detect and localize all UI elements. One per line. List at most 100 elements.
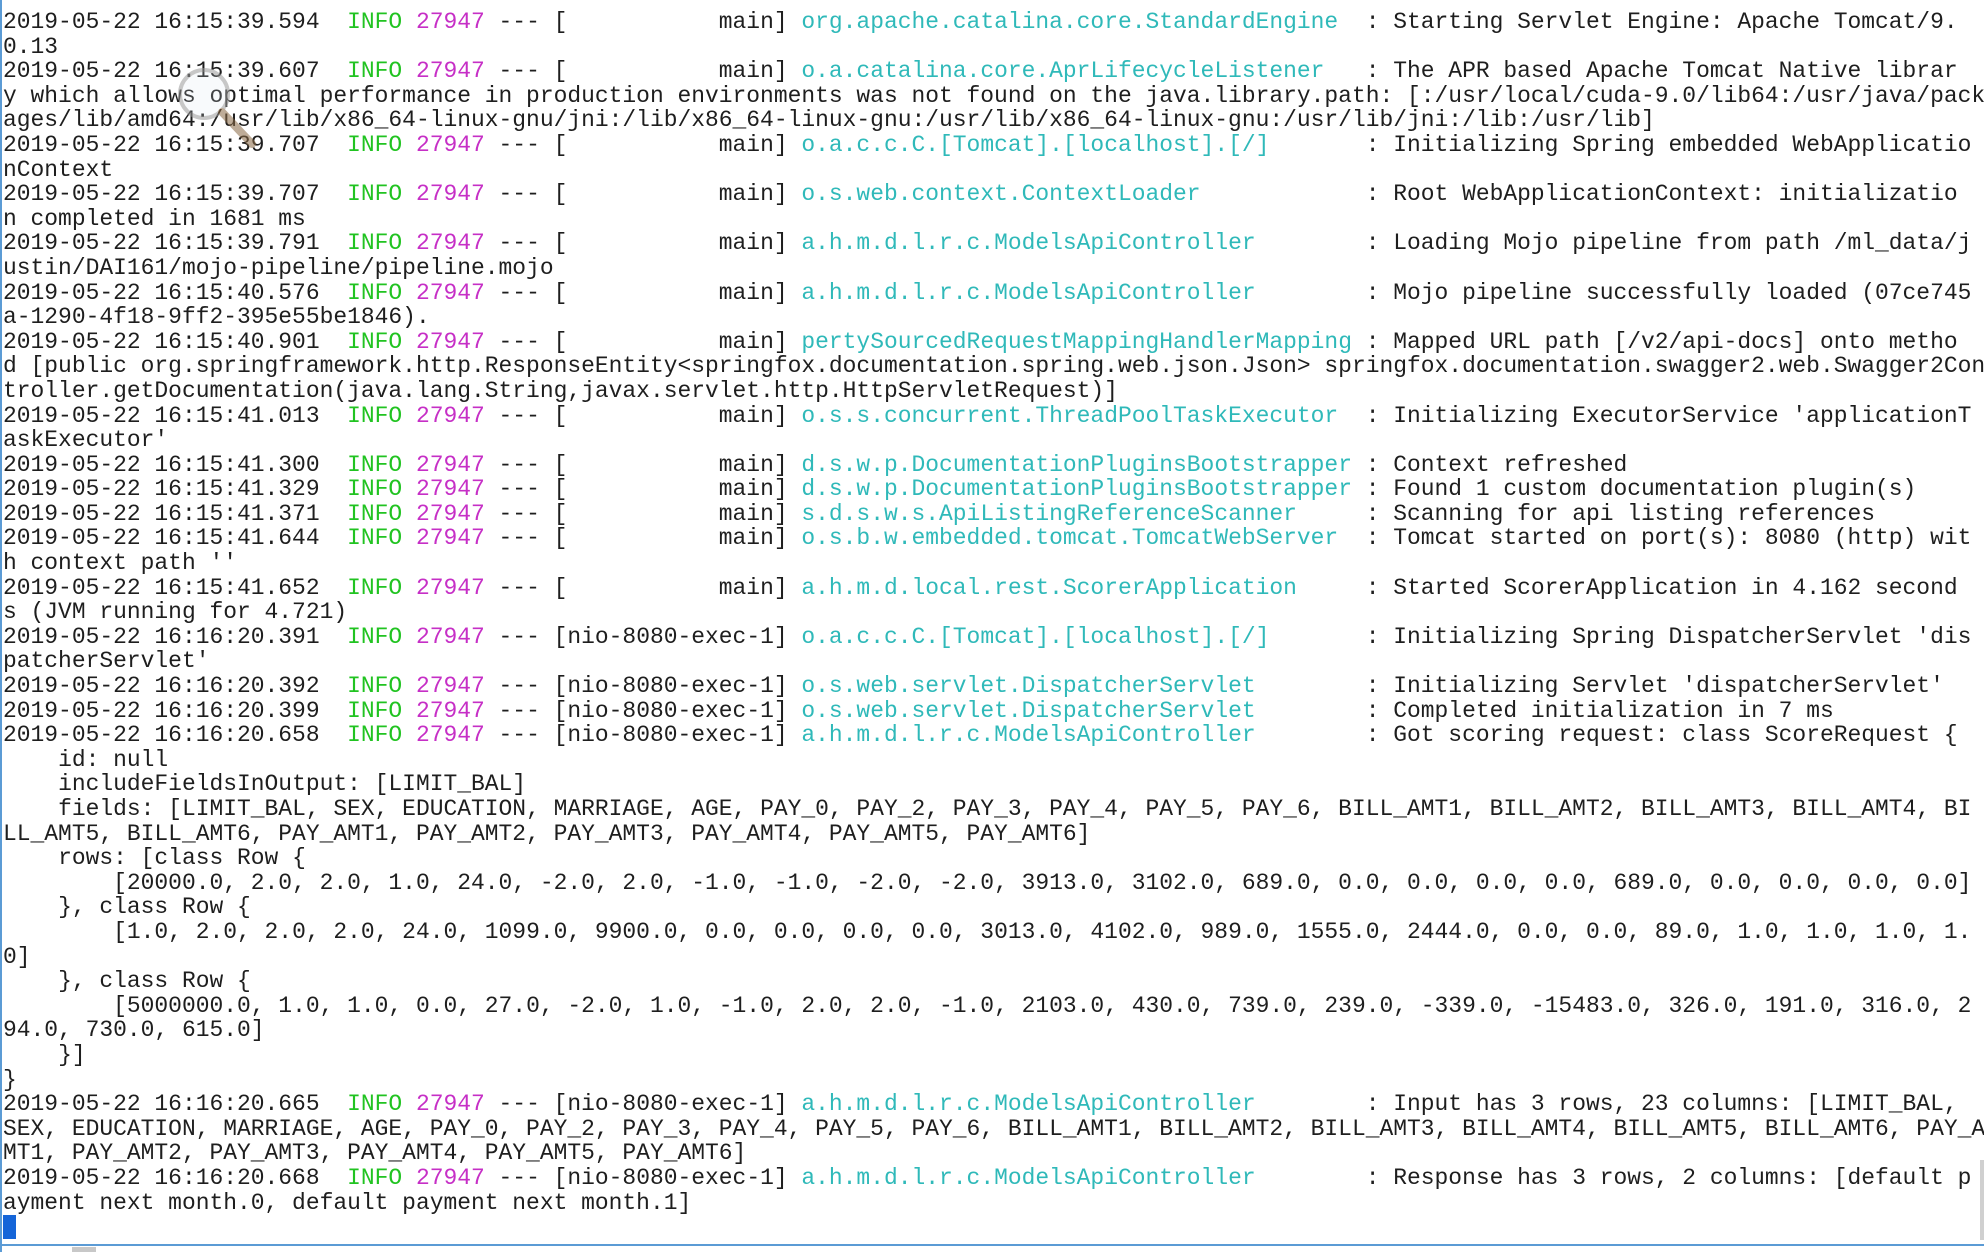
log-message: Found 1 custom documentation plugin(s) xyxy=(1393,476,1916,502)
log-entry: 2019-05-22 16:15:41.300 INFO 27947 --- [… xyxy=(3,453,1984,478)
log-logger: d.s.w.p.DocumentationPluginsBootstrapper xyxy=(801,453,1352,478)
log-thread: main xyxy=(567,404,773,429)
log-timestamp: 2019-05-22 16:15:39.707 xyxy=(3,181,320,207)
log-timestamp: 2019-05-22 16:15:41.329 xyxy=(3,476,320,502)
log-level: INFO xyxy=(347,181,402,207)
log-separator: --- xyxy=(499,9,540,35)
magnifier-icon xyxy=(172,62,262,152)
vertical-scrollbar-thumb[interactable] xyxy=(1980,1160,1984,1240)
log-pid: 27947 xyxy=(416,58,485,84)
log-logger: org.apache.catalina.core.StandardEngine xyxy=(801,10,1352,35)
log-separator: --- xyxy=(499,501,540,527)
log-thread: main xyxy=(567,477,773,502)
log-thread: nio-8080-exec-1 xyxy=(567,625,773,650)
log-thread: nio-8080-exec-1 xyxy=(567,674,773,699)
log-pid: 27947 xyxy=(416,575,485,601)
log-timestamp: 2019-05-22 16:15:41.371 xyxy=(3,501,320,527)
log-pid: 27947 xyxy=(416,722,485,748)
log-timestamp: 2019-05-22 16:15:39.791 xyxy=(3,230,320,256)
log-timestamp: 2019-05-22 16:15:41.013 xyxy=(3,403,320,429)
log-logger: o.s.s.concurrent.ThreadPoolTaskExecutor xyxy=(801,404,1352,429)
log-thread: main xyxy=(567,182,773,207)
log-level: INFO xyxy=(347,575,402,601)
log-thread: main xyxy=(567,281,773,306)
log-entry: 2019-05-22 16:15:41.013 INFO 27947 --- [… xyxy=(3,404,1984,453)
log-separator: --- xyxy=(499,403,540,429)
log-logger: pertySourcedRequestMappingHandlerMapping xyxy=(801,330,1352,355)
log-entry: 2019-05-22 16:16:20.399 INFO 27947 --- [… xyxy=(3,699,1984,724)
log-thread: main xyxy=(567,526,773,551)
log-logger: s.d.s.w.s.ApiListingReferenceScanner xyxy=(801,502,1352,527)
log-timestamp: 2019-05-22 16:16:20.399 xyxy=(3,698,320,724)
log-separator: --- xyxy=(499,476,540,502)
log-pid: 27947 xyxy=(416,624,485,650)
log-separator: --- xyxy=(499,58,540,84)
log-separator: --- xyxy=(499,722,540,748)
log-timestamp: 2019-05-22 16:16:20.658 xyxy=(3,722,320,748)
log-logger: d.s.w.p.DocumentationPluginsBootstrapper xyxy=(801,477,1352,502)
log-pid: 27947 xyxy=(416,452,485,478)
log-level: INFO xyxy=(347,698,402,724)
log-entry: 2019-05-22 16:15:40.901 INFO 27947 --- [… xyxy=(3,330,1984,404)
log-pid: 27947 xyxy=(416,403,485,429)
log-pid: 27947 xyxy=(416,1165,485,1191)
log-entry: 2019-05-22 16:16:20.668 INFO 27947 --- [… xyxy=(3,1166,1984,1215)
log-pid: 27947 xyxy=(416,698,485,724)
log-level: INFO xyxy=(347,230,402,256)
log-message: Context refreshed xyxy=(1393,452,1627,478)
log-timestamp: 2019-05-22 16:15:40.576 xyxy=(3,280,320,306)
log-level: INFO xyxy=(347,280,402,306)
log-level: INFO xyxy=(347,1165,402,1191)
log-timestamp: 2019-05-22 16:15:41.300 xyxy=(3,452,320,478)
log-thread: main xyxy=(567,330,773,355)
terminal-output[interactable]: 2019-05-22 16:15:39.594 INFO 27947 --- [… xyxy=(3,10,1984,1239)
log-pid: 27947 xyxy=(416,673,485,699)
log-entry: 2019-05-22 16:15:39.707 INFO 27947 --- [… xyxy=(3,182,1984,231)
log-entry: 2019-05-22 16:15:41.652 INFO 27947 --- [… xyxy=(3,576,1984,625)
window-bottom-border xyxy=(0,1244,1984,1246)
log-logger: o.a.c.c.C.[Tomcat].[localhost].[/] xyxy=(801,133,1352,158)
log-level: INFO xyxy=(347,525,402,551)
log-thread: main xyxy=(567,576,773,601)
log-logger: o.a.c.c.C.[Tomcat].[localhost].[/] xyxy=(801,625,1352,650)
log-pid: 27947 xyxy=(416,476,485,502)
log-logger: a.h.m.d.l.r.c.ModelsApiController xyxy=(801,1092,1352,1117)
log-entry: 2019-05-22 16:15:41.371 INFO 27947 --- [… xyxy=(3,502,1984,527)
horizontal-scrollbar-thumb[interactable] xyxy=(72,1247,96,1252)
log-level: INFO xyxy=(347,624,402,650)
log-separator: --- xyxy=(499,525,540,551)
log-separator: --- xyxy=(499,230,540,256)
log-timestamp: 2019-05-22 16:15:41.644 xyxy=(3,525,320,551)
log-separator: --- xyxy=(499,673,540,699)
log-logger: a.h.m.d.l.r.c.ModelsApiController xyxy=(801,1166,1352,1191)
log-timestamp: 2019-05-22 16:15:39.607 xyxy=(3,58,320,84)
log-logger: a.h.m.d.l.r.c.ModelsApiController xyxy=(801,281,1352,306)
log-level: INFO xyxy=(347,329,402,355)
log-separator: --- xyxy=(499,1091,540,1117)
log-level: INFO xyxy=(347,1091,402,1117)
log-pid: 27947 xyxy=(416,501,485,527)
log-level: INFO xyxy=(347,403,402,429)
log-logger: a.h.m.d.l.r.c.ModelsApiController xyxy=(801,231,1352,256)
log-message: Scanning for api listing references xyxy=(1393,501,1875,527)
log-separator: --- xyxy=(499,280,540,306)
log-pid: 27947 xyxy=(416,132,485,158)
log-separator: --- xyxy=(499,181,540,207)
log-thread: main xyxy=(567,59,773,84)
log-message: Initializing Servlet 'dispatcherServlet' xyxy=(1393,673,1944,699)
log-level: INFO xyxy=(347,476,402,502)
log-entry: 2019-05-22 16:15:39.791 INFO 27947 --- [… xyxy=(3,231,1984,280)
log-timestamp: 2019-05-22 16:15:39.594 xyxy=(3,9,320,35)
log-separator: --- xyxy=(499,698,540,724)
log-logger: o.s.web.servlet.DispatcherServlet xyxy=(801,699,1352,724)
log-entry: 2019-05-22 16:15:39.707 INFO 27947 --- [… xyxy=(3,133,1984,182)
log-thread: main xyxy=(567,10,773,35)
log-level: INFO xyxy=(347,132,402,158)
log-thread: main xyxy=(567,453,773,478)
log-thread: nio-8080-exec-1 xyxy=(567,723,773,748)
log-timestamp: 2019-05-22 16:16:20.392 xyxy=(3,673,320,699)
log-thread: nio-8080-exec-1 xyxy=(567,1092,773,1117)
log-logger: o.s.b.w.embedded.tomcat.TomcatWebServer xyxy=(801,526,1352,551)
log-level: INFO xyxy=(347,58,402,84)
log-separator: --- xyxy=(499,329,540,355)
